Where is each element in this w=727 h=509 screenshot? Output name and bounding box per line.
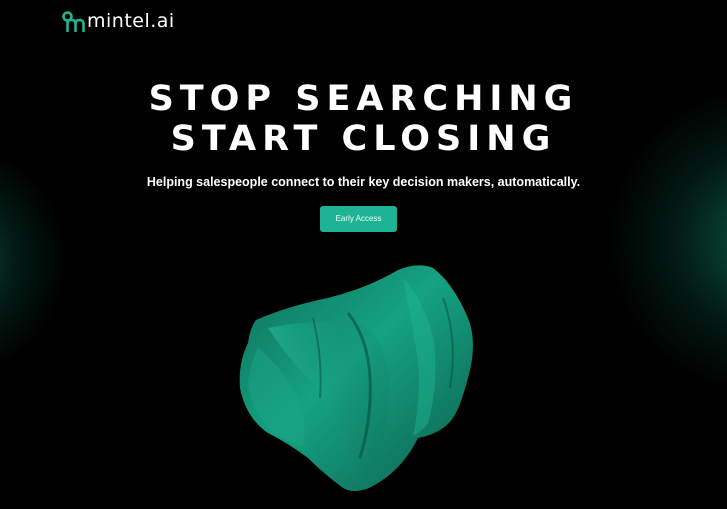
- draped-cloth-graphic: [239, 265, 473, 492]
- hero-subtitle: Helping salespeople connect to their key…: [146, 175, 581, 189]
- mintel-logo-icon: [62, 11, 85, 32]
- early-access-button[interactable]: Early Access: [320, 206, 397, 232]
- hero-title-line-2: START CLOSING: [170, 119, 557, 159]
- hero-title: STOP SEARCHING START CLOSING: [0, 79, 727, 159]
- landing-page: mintel.ai STOP SEARCHING START CLOSING H…: [0, 0, 727, 509]
- brand-logo[interactable]: mintel.ai: [62, 9, 175, 33]
- hero-title-line-1: STOP SEARCHING: [148, 79, 579, 119]
- brand-name: mintel.ai: [87, 10, 175, 32]
